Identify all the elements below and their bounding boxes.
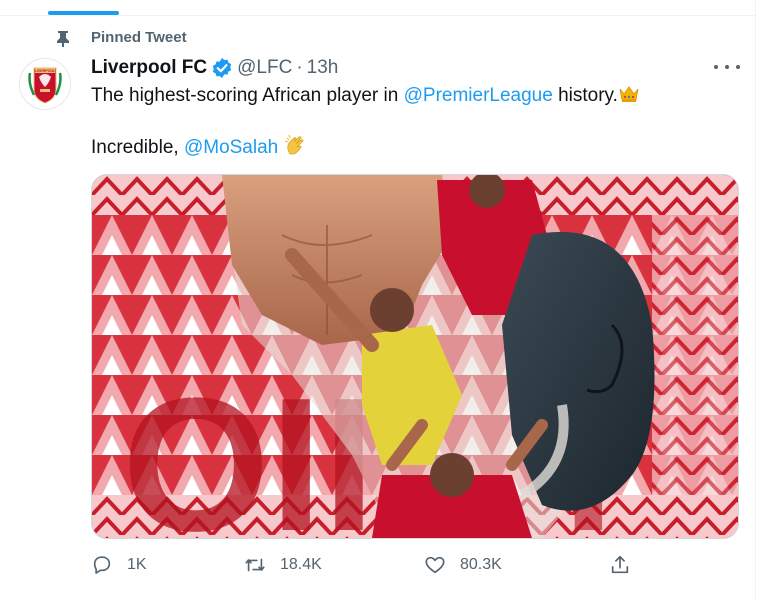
retweet-button[interactable]: 18.4K: [244, 554, 322, 576]
tweet-text: The highest-scoring African player in @P…: [91, 84, 711, 158]
tweet-header: Liverpool FC @LFC · 13h: [91, 56, 338, 80]
share-button[interactable]: [609, 554, 631, 576]
more-icon[interactable]: [714, 57, 740, 77]
tweet-line-1: The highest-scoring African player in @P…: [91, 84, 711, 108]
text-segment: history.: [552, 85, 618, 106]
author-name[interactable]: Liverpool FC: [91, 56, 207, 80]
column-border: [755, 0, 756, 601]
clapping-hands-emoji: [284, 134, 308, 163]
like-count: 80.3K: [460, 556, 502, 573]
pinned-row: [53, 28, 73, 48]
tweet-line-2: Incredible, @MoSalah: [91, 134, 308, 158]
text-segment: The highest-scoring African player in: [91, 85, 404, 106]
retweet-count: 18.4K: [280, 556, 322, 573]
reply-button[interactable]: 1K: [91, 554, 147, 576]
tweet-actions: 1K 18.4K 80.3K: [0, 554, 755, 582]
verified-badge-icon: [211, 57, 233, 79]
separator-dot: ·: [296, 57, 303, 78]
avatar[interactable]: LIVERPOOL: [19, 58, 71, 110]
tweet-media-image[interactable]: OII I: [91, 174, 739, 539]
author-handle[interactable]: @LFC: [237, 56, 292, 80]
crown-emoji: [618, 84, 640, 111]
text-segment: Incredible,: [91, 137, 184, 158]
reply-count: 1K: [127, 556, 147, 573]
tweet-timestamp[interactable]: 13h: [307, 56, 339, 80]
pin-icon: [53, 28, 73, 48]
like-button[interactable]: 80.3K: [424, 554, 502, 576]
top-divider: [0, 15, 755, 16]
share-icon: [611, 555, 629, 574]
mention-mosalah[interactable]: @MoSalah: [184, 137, 278, 158]
pinned-label: Pinned Tweet: [91, 29, 187, 46]
avatar-crest-text: LIVERPOOL: [35, 69, 57, 73]
mention-premierleague[interactable]: @PremierLeague: [404, 85, 553, 106]
like-icon: [425, 556, 445, 574]
reply-icon: [93, 556, 111, 574]
retweet-icon: [245, 558, 265, 572]
